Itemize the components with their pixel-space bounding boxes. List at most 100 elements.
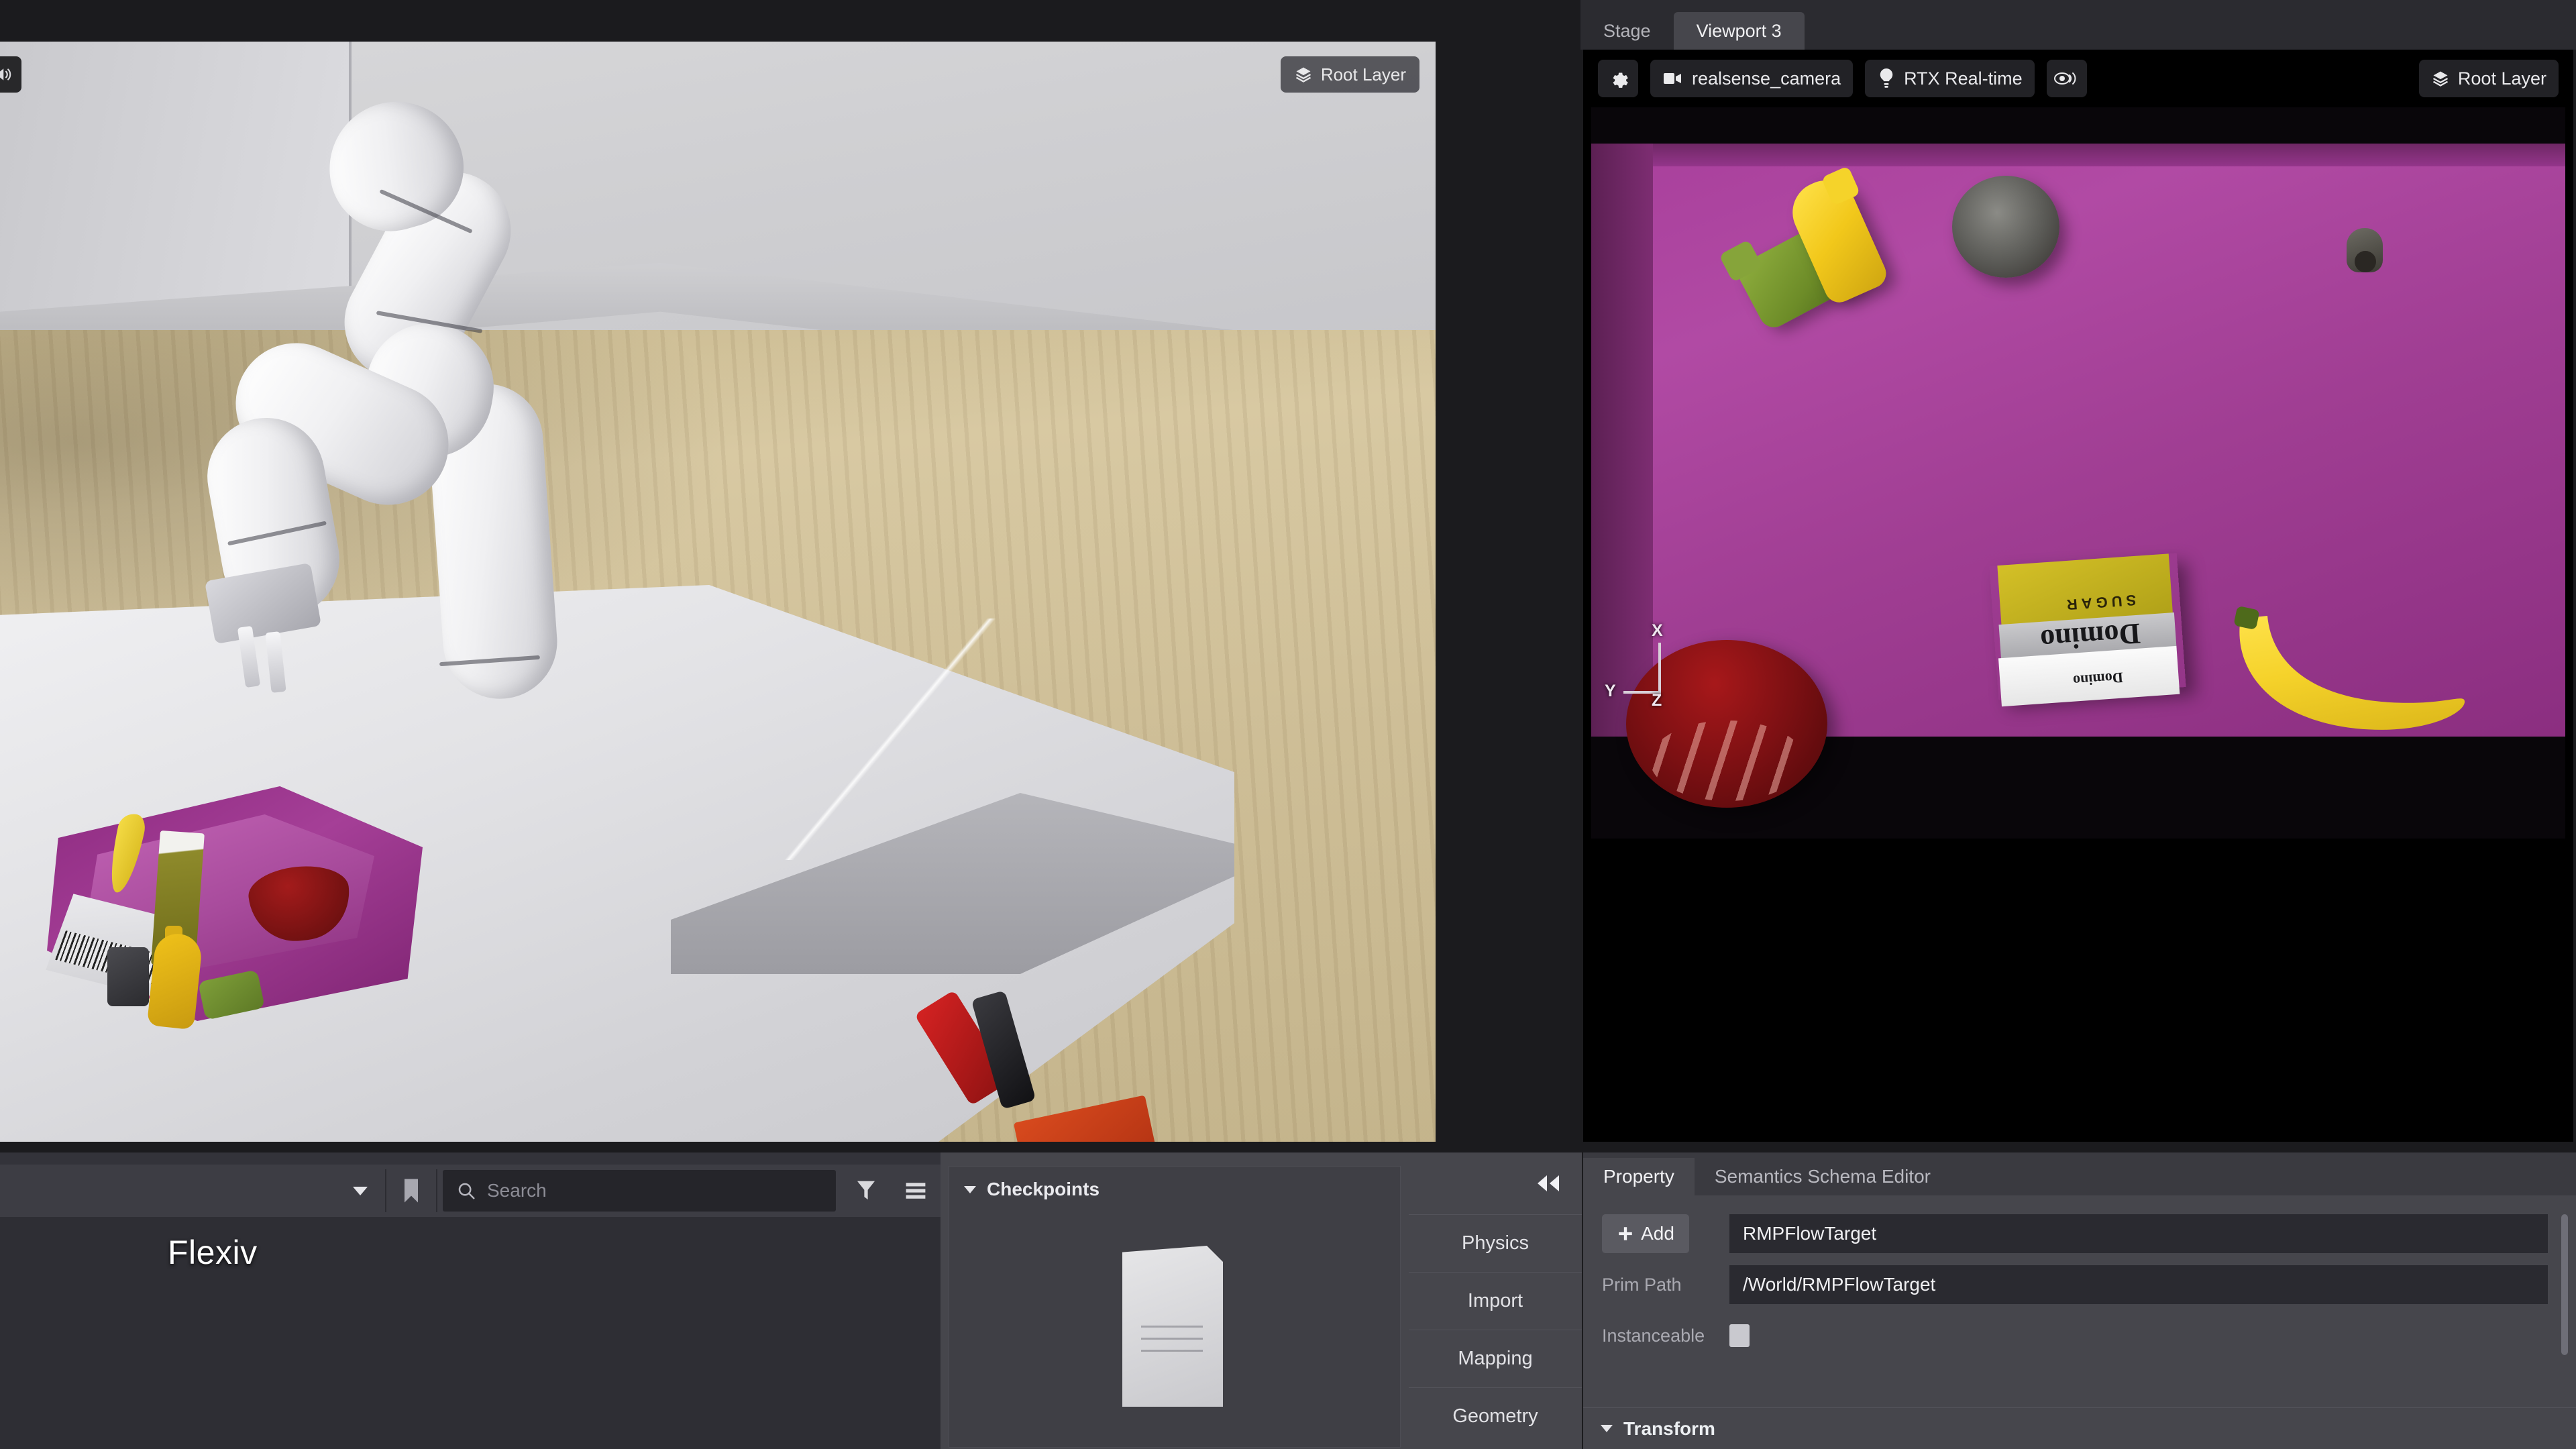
main-viewport-root-layer-label: Root Layer — [1320, 64, 1406, 85]
property-row-prim-path: Prim Path /World/RMPFlowTarget — [1583, 1264, 2576, 1305]
camera-object-sugar-box: SUGAR Domino Domino — [1989, 553, 2186, 707]
sidebar-item-import-label: Import — [1467, 1290, 1523, 1311]
camera-viewport-root-layer-label: Root Layer — [2457, 68, 2546, 89]
stage-tree-panel: Search — [0, 1152, 941, 1449]
camera-feed-image: SUGAR Domino Domino X Y Z — [1591, 107, 2565, 839]
viewport-camera-selector[interactable]: realsense_camera — [1650, 60, 1854, 97]
property-panel-tabs: Property Semantics Schema Editor — [1583, 1152, 2576, 1195]
transform-section-header[interactable]: Transform — [1583, 1407, 2576, 1449]
sidebar-item-geometry-label: Geometry — [1452, 1405, 1538, 1427]
bottom-sidebar: Physics Import Mapping Geometry — [1409, 1152, 1582, 1449]
sidebar-item-mapping-label: Mapping — [1458, 1348, 1533, 1369]
sidebar-item-physics[interactable]: Physics — [1409, 1214, 1582, 1272]
tab-viewport-3[interactable]: Viewport 3 — [1673, 12, 1805, 50]
filter-icon — [857, 1181, 875, 1200]
tab-semantics-schema-editor[interactable]: Semantics Schema Editor — [1695, 1158, 1951, 1195]
instanceable-label: Instanceable — [1602, 1325, 1705, 1346]
viewport-camera-label: realsense_camera — [1692, 68, 1841, 89]
checkpoint-document-thumbnail — [1122, 1246, 1223, 1407]
app-window: Root Layer Stage Viewport 3 realsense_ca… — [0, 0, 2576, 1449]
viewport-visibility-button[interactable] — [2046, 60, 2087, 97]
sidebar-item-physics-label: Physics — [1462, 1232, 1529, 1254]
camera-object-banana — [2229, 605, 2470, 741]
stage-tree-list[interactable] — [0, 1217, 941, 1449]
tab-property-label: Property — [1603, 1166, 1674, 1187]
checkpoints-panel: Checkpoints — [941, 1152, 1409, 1449]
sidebar-item-mapping[interactable]: Mapping — [1409, 1330, 1582, 1387]
checkpoints-box[interactable]: Checkpoints — [949, 1166, 1401, 1448]
layers-icon — [2432, 71, 2448, 87]
eye-audio-icon — [2053, 72, 2076, 85]
stage-toolbar: Search — [0, 1165, 941, 1217]
tab-stage-label: Stage — [1603, 20, 1651, 41]
prim-name-field[interactable]: RMPFlowTarget — [1729, 1214, 2548, 1253]
tab-semantics-schema-editor-label: Semantics Schema Editor — [1714, 1166, 1931, 1187]
camera-viewport-toolbar: realsense_camera RTX Real-time Root Laye… — [1583, 50, 2573, 107]
checkpoints-title: Checkpoints — [987, 1179, 1100, 1199]
stage-bookmark-button[interactable] — [386, 1167, 436, 1214]
axis-z-label: Z — [1652, 691, 1662, 710]
stage-search-placeholder: Search — [487, 1180, 547, 1201]
viewport-settings-button[interactable] — [1598, 60, 1638, 97]
overlay-caption: Flexiv — [168, 1234, 258, 1271]
sidebar-item-import[interactable]: Import — [1409, 1272, 1582, 1330]
add-property-label: Add — [1641, 1223, 1674, 1244]
axis-x-label: X — [1652, 621, 1663, 640]
search-icon — [458, 1183, 475, 1199]
table-highlight-line — [657, 619, 1127, 860]
right-dock-tabstrip: Stage Viewport 3 — [1580, 0, 2576, 50]
camera-viewport-panel[interactable]: realsense_camera RTX Real-time Root Laye… — [1583, 50, 2573, 1152]
stage-options-button[interactable] — [891, 1167, 941, 1214]
prim-path-field[interactable]: /World/RMPFlowTarget — [1729, 1265, 2548, 1304]
transform-section-label: Transform — [1623, 1417, 1715, 1439]
triangle-down-icon[interactable] — [964, 1185, 976, 1193]
stage-filter-button[interactable] — [841, 1167, 891, 1214]
axis-y-label: Y — [1605, 682, 1616, 700]
viewport-render-mode-selector[interactable]: RTX Real-time — [1865, 60, 2035, 97]
property-panel: Property Semantics Schema Editor Add RMP… — [1583, 1152, 2576, 1449]
property-panel-scrollbar[interactable] — [2561, 1214, 2568, 1355]
banana-body — [2229, 606, 2470, 741]
movie-camera-icon — [1664, 73, 1681, 84]
main-viewport-root-layer-button[interactable]: Root Layer — [1280, 56, 1419, 93]
property-row-instanceable: Instanceable — [1583, 1315, 2576, 1356]
main-viewport-audio-button[interactable] — [0, 56, 21, 93]
double-chevron-left-icon — [1538, 1175, 1559, 1191]
plus-icon — [1619, 1227, 1632, 1240]
camera-object-tuna-can — [1952, 176, 2383, 278]
gear-icon — [1613, 72, 1628, 88]
camera-axis-gizmo: X Y Z — [1605, 621, 1700, 710]
add-button-slot: Add — [1602, 1214, 1729, 1253]
sidebar-collapse-button[interactable] — [1409, 1152, 1582, 1214]
scene-object-can — [107, 947, 149, 1006]
stage-toolbar-spacer — [0, 1167, 335, 1214]
sidebar-item-geometry[interactable]: Geometry — [1409, 1387, 1582, 1445]
axis-x-line — [1658, 643, 1661, 694]
stage-scene-render — [0, 42, 1436, 1142]
can-hole — [2355, 251, 2376, 272]
hamburger-menu-icon — [906, 1183, 926, 1199]
camera-scene: SUGAR Domino Domino X Y Z — [1591, 144, 2565, 808]
instanceable-checkbox[interactable] — [1729, 1324, 1750, 1347]
lightbulb-icon — [1880, 68, 1893, 88]
camera-bin-wall-top — [1591, 144, 2565, 166]
robot-gripper — [204, 562, 322, 645]
tab-viewport-3-label: Viewport 3 — [1696, 20, 1782, 41]
tab-property[interactable]: Property — [1583, 1158, 1695, 1195]
bottom-dock: Search Checkpoints Physics Import Mappin… — [0, 1142, 2576, 1449]
stage-search-field[interactable]: Search — [443, 1170, 836, 1212]
triangle-down-icon[interactable] — [1601, 1425, 1613, 1432]
add-property-button[interactable]: Add — [1602, 1214, 1689, 1253]
banana-stem — [2233, 605, 2260, 631]
checkpoints-header[interactable]: Checkpoints — [949, 1167, 1400, 1212]
audio-speaker-icon — [0, 68, 11, 80]
tab-stage[interactable]: Stage — [1580, 12, 1674, 50]
toolbar-divider — [436, 1169, 437, 1212]
camera-viewport-root-layer-button[interactable]: Root Layer — [2418, 60, 2559, 97]
bowl-rim-marks — [1650, 720, 1805, 801]
stage-dropdown-button[interactable] — [335, 1167, 385, 1214]
property-panel-body: Add RMPFlowTarget Prim Path /World/RMPFl… — [1583, 1195, 2576, 1356]
layers-icon — [1295, 67, 1311, 83]
chevron-down-icon — [353, 1186, 368, 1195]
main-3d-viewport[interactable]: Root Layer — [0, 42, 1436, 1142]
